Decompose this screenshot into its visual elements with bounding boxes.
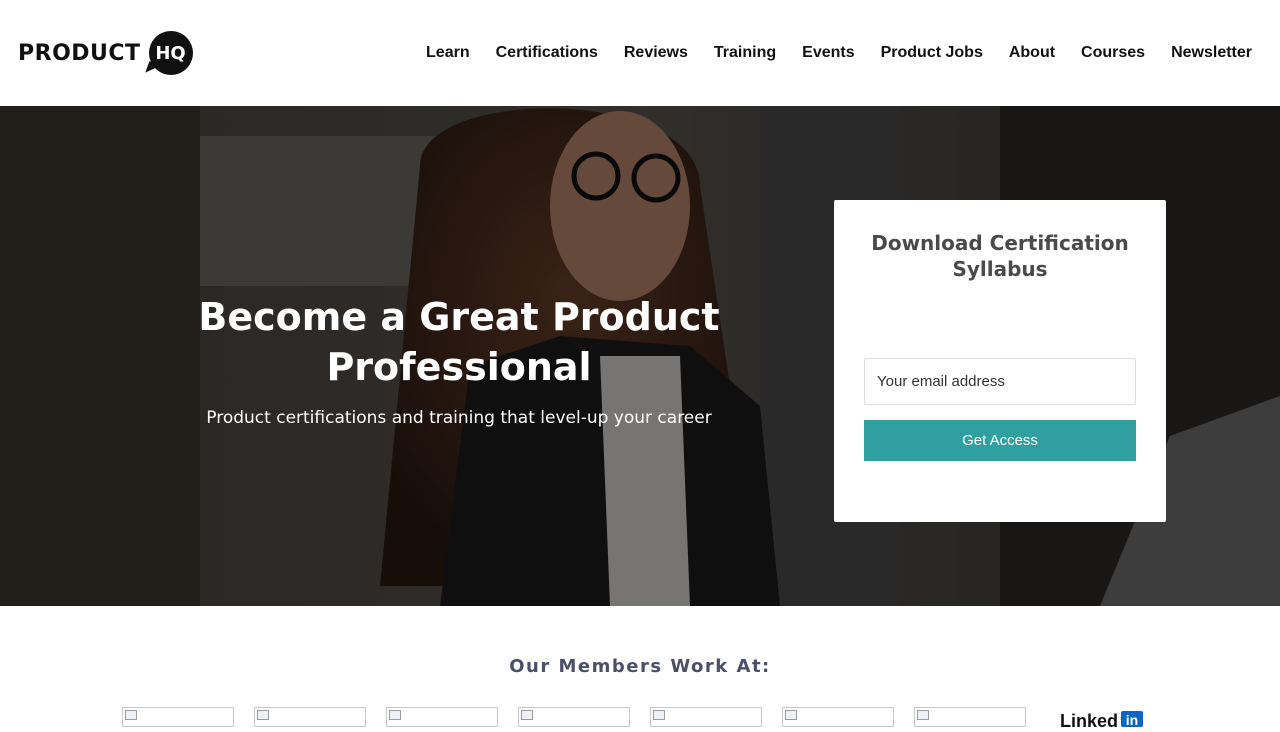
broken-image-icon: [257, 710, 269, 720]
broken-image-icon: [785, 710, 797, 720]
broken-image-icon: [521, 710, 533, 720]
broken-image-icon: [653, 710, 665, 720]
logo-badge: HQ: [148, 31, 193, 75]
main-nav: Learn Certifications Reviews Training Ev…: [400, 43, 1252, 63]
nav-link-product-jobs[interactable]: Product Jobs: [881, 43, 983, 63]
get-access-button[interactable]: Get Access: [864, 420, 1136, 461]
product-hq-logo[interactable]: PRODUCT HQ: [18, 30, 193, 77]
member-logo: [650, 707, 762, 727]
nav-link-training[interactable]: Training: [714, 43, 776, 63]
member-logo: [518, 707, 630, 727]
member-logo: [386, 707, 498, 727]
syllabus-signup-card: Download Certification Syllabus Get Acce…: [834, 200, 1166, 522]
members-section-title: Our Members Work At:: [509, 656, 771, 677]
linkedin-in-icon: in: [1121, 711, 1144, 728]
member-logo: [122, 707, 234, 727]
broken-image-icon: [917, 710, 929, 720]
logo-wordmark: PRODUCT: [18, 40, 141, 66]
broken-image-icon: [389, 710, 401, 720]
member-logo: [914, 707, 1026, 727]
site-header: PRODUCT HQ Learn Certifications Reviews …: [0, 0, 1280, 106]
signup-card-title: Download Certification Syllabus: [871, 231, 1129, 281]
nav-link-events[interactable]: Events: [802, 43, 854, 63]
linkedin-logo: Linked in: [1060, 711, 1144, 731]
hero-subtitle: Product certifications and training that…: [206, 408, 712, 428]
nav-link-newsletter[interactable]: Newsletter: [1171, 43, 1252, 63]
nav-link-courses[interactable]: Courses: [1081, 43, 1145, 63]
nav-link-certifications[interactable]: Certifications: [496, 43, 598, 63]
nav-link-reviews[interactable]: Reviews: [624, 43, 688, 63]
logo-speech-bubble-icon: HQ: [144, 31, 193, 77]
nav-link-about[interactable]: About: [1009, 43, 1055, 63]
member-logo: [782, 707, 894, 727]
nav-link-learn[interactable]: Learn: [426, 43, 470, 63]
linkedin-wordmark: Linked: [1060, 711, 1119, 731]
broken-image-icon: [125, 710, 137, 720]
hero-section: Become a Great Product Professional Prod…: [0, 106, 1280, 606]
member-logo: [254, 707, 366, 727]
email-input[interactable]: [864, 358, 1136, 405]
hero-title: Become a Great Product Professional: [198, 295, 720, 389]
